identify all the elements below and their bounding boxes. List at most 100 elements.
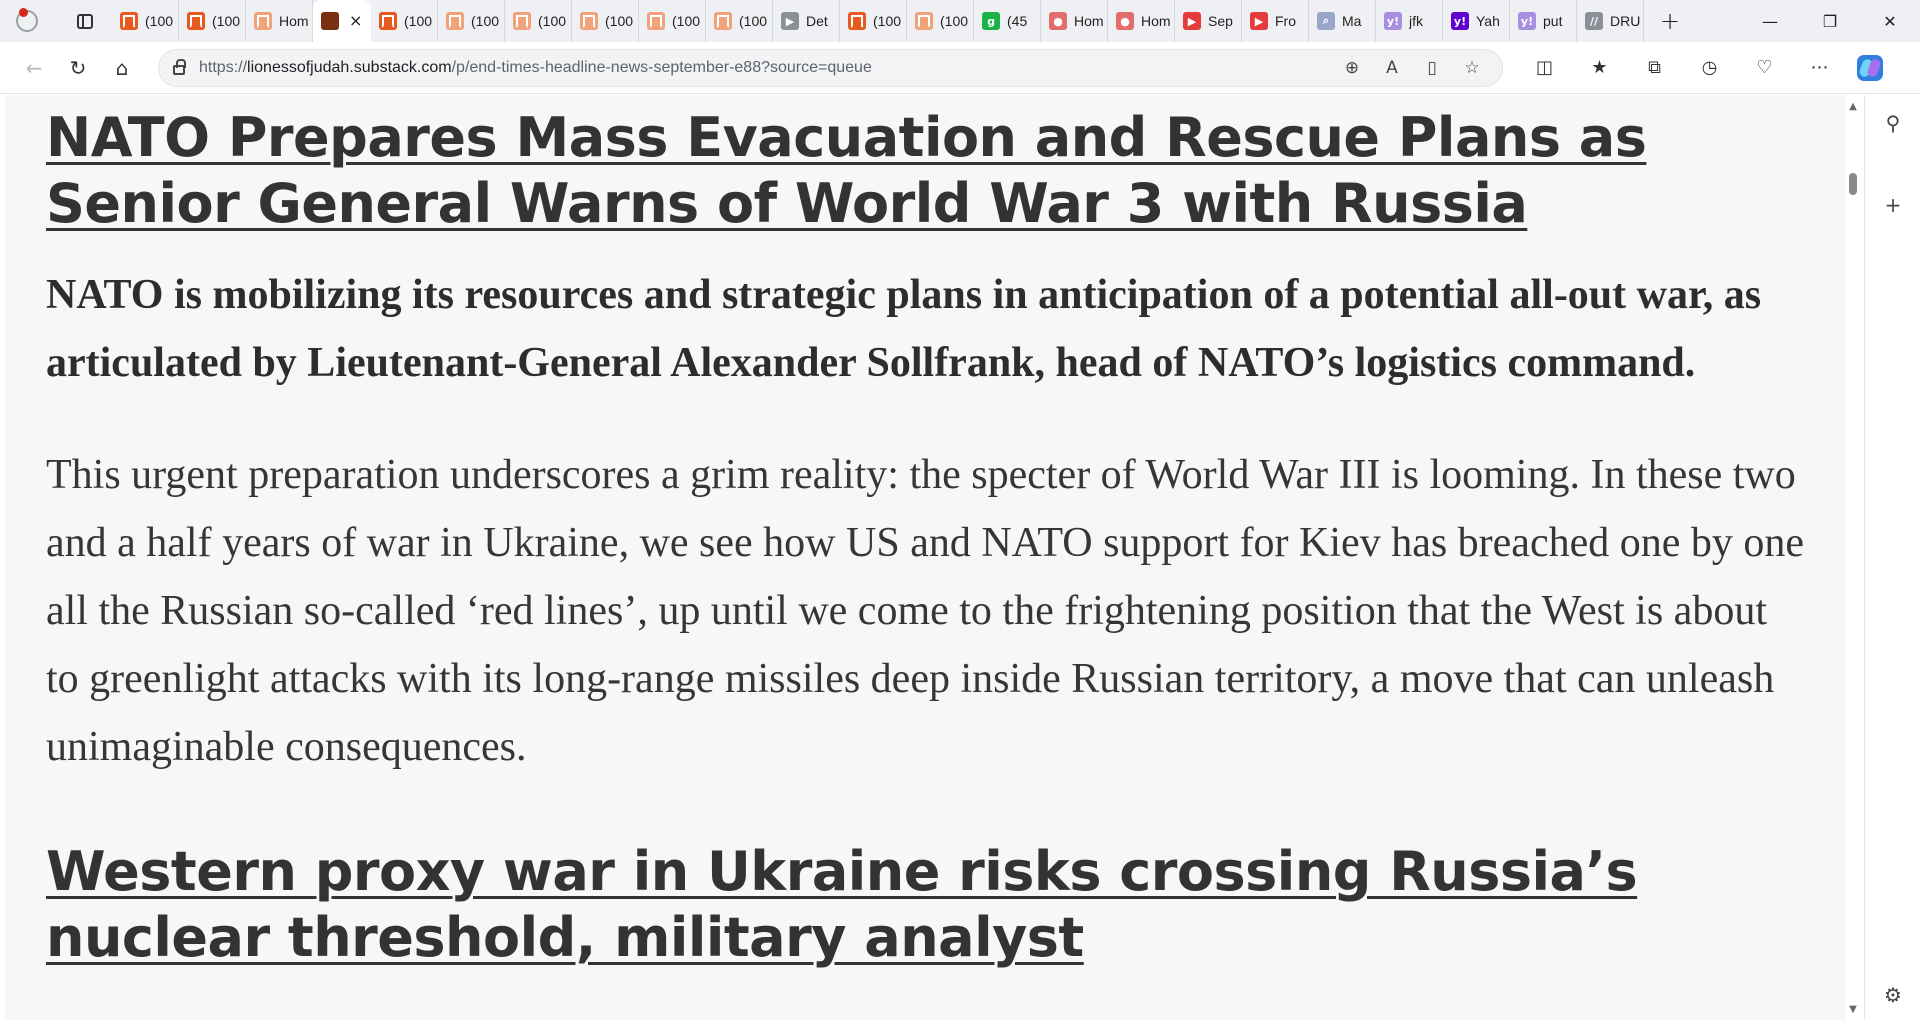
- site-info-button[interactable]: [159, 58, 199, 75]
- tab-title: Hom: [1141, 13, 1171, 29]
- copilot-icon[interactable]: [1857, 54, 1883, 81]
- immersive-reader-icon[interactable]: ▯: [1412, 58, 1452, 78]
- tab[interactable]: ⌕ Ma: [1309, 0, 1376, 42]
- add-favorite-icon[interactable]: ☆: [1452, 58, 1492, 78]
- tab[interactable]: ▶ Fro: [1242, 0, 1309, 42]
- tab[interactable]: (100: [371, 0, 438, 42]
- tab-title: (100: [404, 13, 433, 29]
- bookmark-favicon-icon: [580, 12, 598, 30]
- article-paragraph: This urgent preparation underscores a gr…: [46, 452, 1805, 770]
- favorites-icon[interactable]: ★: [1572, 57, 1627, 78]
- tab-title: (100: [940, 13, 969, 29]
- tab-title: put: [1543, 13, 1563, 29]
- read-aloud-icon[interactable]: A: [1372, 58, 1412, 78]
- minimize-button[interactable]: —: [1740, 0, 1800, 42]
- url-text[interactable]: https://lionessofjudah.substack.com/p/en…: [199, 59, 872, 77]
- close-tab-icon[interactable]: ×: [349, 13, 362, 29]
- tab[interactable]: y! jfk: [1376, 0, 1443, 42]
- close-window-button[interactable]: ✕: [1860, 0, 1920, 42]
- back-button[interactable]: ←: [12, 50, 56, 86]
- tab-title: (100: [538, 13, 567, 29]
- tab[interactable]: (100: [438, 0, 505, 42]
- url-prefix: https://: [199, 58, 248, 76]
- bookmark-favicon-icon: [446, 12, 464, 30]
- person-favicon-icon: ●: [1049, 12, 1067, 30]
- bookmark-favicon-icon: [647, 12, 665, 30]
- browser-toolbar: ← ↻ ⌂ https://lionessofjudah.substack.co…: [0, 42, 1920, 94]
- page-scrollbar[interactable]: ▲ ▼: [1846, 95, 1860, 1020]
- tab-title: (100: [145, 13, 174, 29]
- tab-title: (100: [471, 13, 500, 29]
- bookmark-favicon-icon: [379, 12, 397, 30]
- sidebar-add-icon[interactable]: +: [1865, 185, 1920, 225]
- tab[interactable]: y! put: [1510, 0, 1577, 42]
- tab[interactable]: ● Hom: [1108, 0, 1175, 42]
- tab-title: (100: [605, 13, 634, 29]
- letter-favicon-icon: y!: [1384, 12, 1402, 30]
- tab-title: DRU: [1610, 13, 1640, 29]
- tab[interactable]: Hom: [246, 0, 313, 42]
- home-button[interactable]: ⌂: [100, 50, 144, 86]
- search-favicon-icon: ⌕: [1317, 12, 1335, 30]
- tab-title: (100: [739, 13, 768, 29]
- scroll-up-arrow[interactable]: ▲: [1846, 99, 1860, 113]
- tab[interactable]: ● Hom: [1041, 0, 1108, 42]
- more-icon[interactable]: ⋯: [1792, 57, 1847, 78]
- profile-button[interactable]: [10, 4, 44, 38]
- tab[interactable]: g (45: [974, 0, 1041, 42]
- tab[interactable]: (100: [706, 0, 773, 42]
- tab[interactable]: (100: [179, 0, 246, 42]
- tab[interactable]: ▶ Det: [773, 0, 840, 42]
- tab-actions-button[interactable]: [68, 4, 102, 38]
- tab-title: (100: [873, 13, 902, 29]
- article-heading-link[interactable]: NATO Prepares Mass Evacuation and Rescue…: [46, 105, 1806, 237]
- play-favicon-icon: ▶: [1183, 12, 1201, 30]
- zoom-icon[interactable]: ⊕: [1332, 58, 1372, 78]
- address-bar[interactable]: https://lionessofjudah.substack.com/p/en…: [158, 48, 1503, 87]
- tab[interactable]: (100: [572, 0, 639, 42]
- performance-icon[interactable]: ♡: [1737, 57, 1792, 78]
- tab[interactable]: (100: [112, 0, 179, 42]
- tab-title: Fro: [1275, 13, 1296, 29]
- bookmark-favicon-icon: [714, 12, 732, 30]
- scroll-thumb[interactable]: [1849, 173, 1857, 195]
- bookmark-favicon-icon: [187, 12, 205, 30]
- tab-title: Det: [806, 13, 828, 29]
- url-host: lionessofjudah.substack.com: [247, 58, 452, 76]
- lock-icon: [173, 58, 186, 75]
- page-content: NATO Prepares Mass Evacuation and Rescue…: [0, 95, 1850, 1020]
- new-tab-button[interactable]: +: [1650, 1, 1690, 41]
- scroll-down-arrow[interactable]: ▼: [1846, 1002, 1860, 1016]
- window-controls: — ❐ ✕: [1740, 0, 1920, 42]
- tab[interactable]: ▶ Sep: [1175, 0, 1242, 42]
- tab-title: Yah: [1476, 13, 1500, 29]
- tab[interactable]: (100: [639, 0, 706, 42]
- tab[interactable]: // DRU: [1577, 0, 1644, 42]
- person-favicon-icon: ●: [1116, 12, 1134, 30]
- article-heading-link-2[interactable]: Western proxy war in Ukraine risks cross…: [46, 839, 1806, 971]
- tab-title: (100: [212, 13, 241, 29]
- bookmark-favicon-icon: [513, 12, 531, 30]
- tab[interactable]: (100: [907, 0, 974, 42]
- letter-favicon-icon: y!: [1518, 12, 1536, 30]
- letter-favicon-icon: g: [982, 12, 1000, 30]
- tab-strip: (100 (100 Hom × (100 (100 (100 (100 (100 (100 ▶ Det…: [0, 0, 1920, 42]
- url-path: /p/end-times-headline-news-september-e88…: [451, 58, 872, 76]
- collections-icon[interactable]: ⧉: [1627, 57, 1682, 78]
- sidebar-search-icon[interactable]: ⚲: [1865, 103, 1920, 143]
- play-favicon-icon: ▶: [1250, 12, 1268, 30]
- tab-list: (100 (100 Hom × (100 (100 (100 (100 (100 (100 ▶ Det…: [112, 0, 1644, 42]
- restore-button[interactable]: ❐: [1800, 0, 1860, 42]
- sidebar-settings-icon[interactable]: ⚙: [1865, 975, 1920, 1015]
- tab[interactable]: (100: [505, 0, 572, 42]
- refresh-button[interactable]: ↻: [56, 50, 100, 86]
- tab[interactable]: ×: [313, 0, 371, 42]
- tab[interactable]: (100: [840, 0, 907, 42]
- image-favicon-icon: [321, 12, 339, 30]
- history-icon[interactable]: ◷: [1682, 57, 1737, 78]
- split-screen-icon[interactable]: ◫: [1517, 57, 1572, 78]
- tab-title: (45: [1007, 13, 1028, 29]
- article: NATO Prepares Mass Evacuation and Rescue…: [46, 105, 1806, 971]
- tab[interactable]: y! Yah: [1443, 0, 1510, 42]
- toolbar-right: ◫ ★ ⧉ ◷ ♡ ⋯: [1517, 54, 1883, 81]
